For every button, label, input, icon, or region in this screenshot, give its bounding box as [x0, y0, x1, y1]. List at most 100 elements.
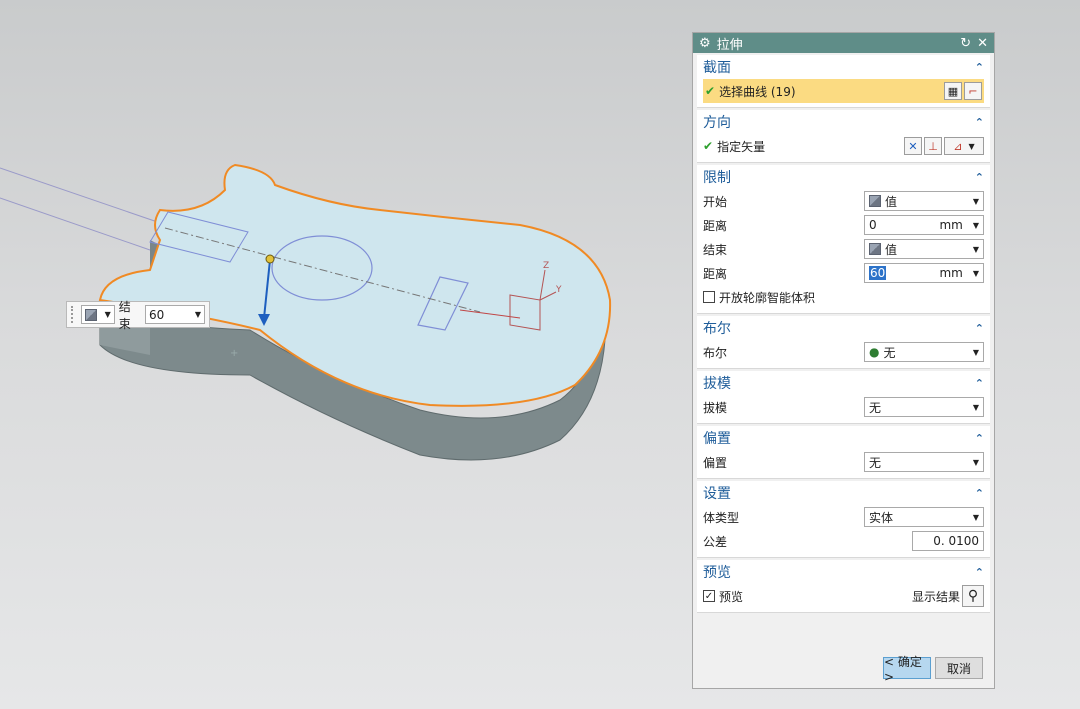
- end-distance-unit: mm: [939, 266, 963, 280]
- settings-header[interactable]: 设置 ⌃: [697, 481, 990, 505]
- body-type-label: 体类型: [703, 510, 740, 525]
- cube-icon: [869, 243, 881, 255]
- body-type-dropdown[interactable]: 实体 ▼: [864, 507, 984, 527]
- draft-row: 拔模 无 ▼: [697, 395, 990, 419]
- limits-header[interactable]: 限制 ⌃: [697, 165, 990, 189]
- dropdown-arrow-icon: ▼: [194, 310, 202, 319]
- section-header[interactable]: 截面 ⌃: [697, 55, 990, 79]
- offset-header-label: 偏置: [703, 431, 731, 447]
- curve-select-icon[interactable]: ⌐: [964, 82, 982, 100]
- boolean-dropdown[interactable]: ● 无 ▼: [864, 342, 984, 362]
- start-distance-unit: mm: [939, 218, 963, 232]
- dropdown-arrow-icon: ▼: [972, 244, 979, 254]
- svg-text:Y: Y: [555, 285, 562, 295]
- limits-group: 限制 ⌃ 开始 值 ▼ 距离 0 mm ▼ 结束 值 ▼ 距离 60 mm ▼ …: [697, 165, 990, 314]
- end-type-dropdown[interactable]: 值 ▼: [864, 239, 984, 259]
- open-profile-label: 开放轮廓智能体积: [719, 290, 816, 305]
- chevron-up-icon[interactable]: ⌃: [975, 566, 984, 579]
- boolean-header[interactable]: 布尔 ⌃: [697, 316, 990, 340]
- body-type-row: 体类型 实体 ▼: [697, 505, 990, 529]
- vector-dialog-icon[interactable]: ⊥: [924, 137, 942, 155]
- origin-mark: +: [230, 348, 238, 359]
- direction-header-label: 方向: [703, 115, 731, 131]
- draft-dropdown[interactable]: 无 ▼: [864, 397, 984, 417]
- cancel-button[interactable]: 取消: [935, 657, 983, 679]
- start-type-value: 值: [885, 194, 898, 209]
- ok-button[interactable]: < 确定 >: [883, 655, 931, 684]
- start-distance-value: 0: [869, 218, 877, 232]
- reset-icon[interactable]: ↻: [960, 36, 971, 51]
- tolerance-value: 0. 0100: [933, 534, 979, 548]
- float-end-label: 结束: [118, 299, 131, 331]
- select-curve-label: 选择曲线 (19): [719, 84, 796, 99]
- extrude-dialog: ⚙ 拉伸 ↻ ✕ 截面 ⌃ ✔ 选择曲线 (19) ▦ ⌐ 方向 ⌃ ✔ 指定矢…: [692, 32, 995, 689]
- offset-row: 偏置 无 ▼: [697, 450, 990, 474]
- float-end-value: 60: [149, 307, 165, 322]
- floating-end-input: ▼ 结束 60 ▼: [66, 300, 210, 331]
- direction-group: 方向 ⌃ ✔ 指定矢量 ✕ ⊥ ⊿ ▼: [697, 110, 990, 163]
- offset-label: 偏置: [703, 455, 728, 470]
- draft-header[interactable]: 拔模 ⌃: [697, 371, 990, 395]
- start-distance-row: 距离 0 mm ▼: [697, 213, 990, 237]
- svg-text:Z: Z: [543, 261, 549, 271]
- preview-header[interactable]: 预览 ⌃: [697, 560, 990, 584]
- dropdown-arrow-icon: ▼: [972, 402, 979, 412]
- boolean-value: 无: [883, 345, 896, 360]
- body-type-value: 实体: [869, 510, 894, 525]
- end-type-dropdown[interactable]: ▼: [80, 305, 115, 324]
- start-row: 开始 值 ▼: [697, 189, 990, 213]
- chevron-up-icon[interactable]: ⌃: [975, 432, 984, 445]
- settings-group: 设置 ⌃ 体类型 实体 ▼ 公差 0. 0100: [697, 481, 990, 558]
- preview-checkbox[interactable]: ✓: [703, 590, 715, 602]
- close-icon[interactable]: ✕: [977, 36, 988, 51]
- float-end-value-field[interactable]: 60 ▼: [145, 305, 206, 324]
- specify-vector-row[interactable]: ✔ 指定矢量 ✕ ⊥ ⊿ ▼: [697, 134, 990, 158]
- start-distance-label: 距离: [703, 218, 728, 233]
- guide-line: [0, 167, 176, 229]
- sketch-section-icon[interactable]: ▦: [944, 82, 962, 100]
- vector-type-dropdown[interactable]: ⊿ ▼: [944, 137, 984, 155]
- preview-label: 预览: [719, 589, 744, 604]
- direction-header[interactable]: 方向 ⌃: [697, 110, 990, 134]
- dropdown-arrow-icon: ▼: [104, 310, 111, 319]
- dialog-titlebar: ⚙ 拉伸 ↻ ✕: [693, 33, 994, 53]
- tolerance-row: 公差 0. 0100: [697, 529, 990, 553]
- end-distance-label: 距离: [703, 266, 728, 281]
- end-distance-value: 60: [869, 266, 887, 280]
- start-type-dropdown[interactable]: 值 ▼: [864, 191, 984, 211]
- select-curve-row[interactable]: ✔ 选择曲线 (19) ▦ ⌐: [703, 79, 984, 103]
- cube-icon: [869, 195, 881, 207]
- show-result-label: 显示结果: [911, 589, 960, 604]
- magnifier-icon[interactable]: ⚲: [962, 585, 984, 607]
- offset-value: 无: [869, 455, 882, 470]
- offset-dropdown[interactable]: 无 ▼: [864, 452, 984, 472]
- checkmark-icon: ✔: [705, 84, 716, 98]
- dropdown-arrow-icon: ▼: [972, 268, 979, 278]
- end-row: 结束 值 ▼: [697, 237, 990, 261]
- open-profile-row[interactable]: 开放轮廓智能体积: [697, 285, 990, 309]
- dialog-footer: < 确定 > 取消: [883, 655, 983, 684]
- dropdown-arrow-icon: ▼: [972, 347, 979, 357]
- offset-header[interactable]: 偏置 ⌃: [697, 426, 990, 450]
- end-distance-field[interactable]: 60 mm ▼: [864, 263, 984, 283]
- checkmark-icon: ✔: [703, 139, 714, 153]
- open-profile-checkbox[interactable]: [703, 291, 715, 303]
- chevron-up-icon[interactable]: ⌃: [975, 171, 984, 184]
- gear-icon[interactable]: ⚙: [699, 36, 711, 51]
- dialog-title: 拉伸: [716, 37, 743, 53]
- reverse-direction-icon[interactable]: ✕: [904, 137, 922, 155]
- drag-handle[interactable]: [71, 306, 77, 323]
- dropdown-arrow-icon: ▼: [972, 512, 979, 522]
- chevron-up-icon[interactable]: ⌃: [975, 487, 984, 500]
- chevron-up-icon[interactable]: ⌃: [975, 322, 984, 335]
- tolerance-label: 公差: [703, 534, 728, 549]
- boolean-none-icon: ●: [869, 345, 880, 359]
- chevron-up-icon[interactable]: ⌃: [975, 61, 984, 74]
- draft-label: 拔模: [703, 400, 728, 415]
- start-distance-field[interactable]: 0 mm ▼: [864, 215, 984, 235]
- draft-group: 拔模 ⌃ 拔模 无 ▼: [697, 371, 990, 424]
- start-label: 开始: [703, 194, 728, 209]
- tolerance-field[interactable]: 0. 0100: [912, 531, 984, 551]
- chevron-up-icon[interactable]: ⌃: [975, 377, 984, 390]
- chevron-up-icon[interactable]: ⌃: [975, 116, 984, 129]
